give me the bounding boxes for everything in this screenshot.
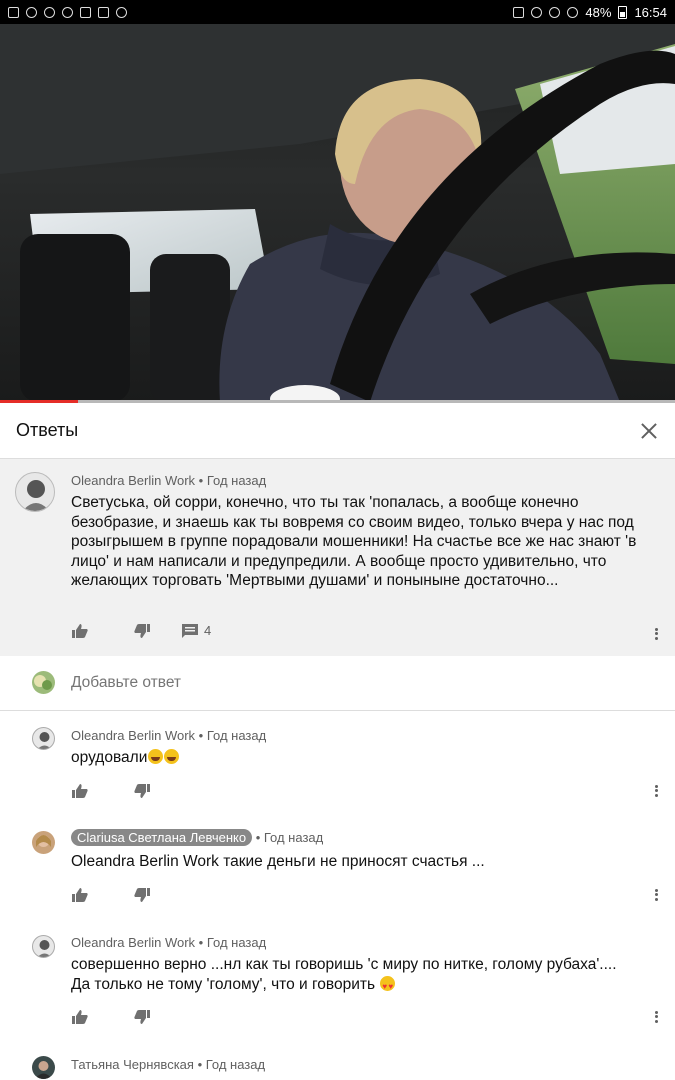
dislike-button[interactable] xyxy=(134,623,150,638)
comment-text: совершенно верно ...нл как ты говоришь '… xyxy=(71,955,661,996)
comment-time: • Год назад xyxy=(255,830,324,845)
comment-meta: Clariusa Светлана Левченко • Год назад xyxy=(71,829,324,846)
dislike-button[interactable] xyxy=(134,1010,150,1024)
comment-meta: Oleandra Berlin Work • Год назад xyxy=(71,728,266,743)
replies-header: Ответы xyxy=(0,403,675,459)
comment-meta: Татьяна Чернявская • Год назад xyxy=(71,1057,265,1072)
comment-actions xyxy=(72,784,150,798)
group-icon xyxy=(26,6,37,18)
heart-eyes-emoji-icon xyxy=(380,975,396,996)
laughing-emoji-icon xyxy=(164,749,180,764)
avatar[interactable] xyxy=(32,935,55,958)
like-button[interactable] xyxy=(72,623,88,638)
comment-text-body: Да только не тому 'голому', что и говори… xyxy=(71,975,376,993)
comment-time: • Год назад xyxy=(198,728,267,743)
comment-text: Светуська, ой сорри, конечно, что ты так… xyxy=(71,494,637,589)
battery-icon xyxy=(618,5,628,19)
status-bar: 48% 16:54 xyxy=(0,0,675,24)
avatar[interactable] xyxy=(15,472,55,512)
comment-actions xyxy=(72,888,150,902)
avatar[interactable] xyxy=(32,727,55,750)
add-reply-bar xyxy=(0,656,675,711)
notification-icons xyxy=(8,6,127,18)
reply-count: 4 xyxy=(204,623,212,638)
reply-comment-icon[interactable] xyxy=(182,623,198,638)
clock: 16:54 xyxy=(634,4,667,20)
close-icon[interactable] xyxy=(639,421,659,441)
replies-title: Ответы xyxy=(16,420,79,440)
more-options-icon[interactable] xyxy=(655,626,659,642)
avatar-image xyxy=(22,480,50,511)
more-options-icon[interactable] xyxy=(655,783,659,799)
app-notification-icon xyxy=(8,6,19,18)
battery-level: 48% xyxy=(585,4,612,20)
comment-text: орудовали xyxy=(71,748,180,768)
comment-meta: Oleandra Berlin Work • Год назад xyxy=(71,473,266,488)
more-options-icon[interactable] xyxy=(655,887,659,903)
comment-author[interactable]: Oleandra Berlin Work xyxy=(71,935,195,950)
more-options-icon[interactable] xyxy=(655,1009,659,1025)
video-frame xyxy=(0,24,675,402)
lock-icon xyxy=(513,6,525,18)
wifi-icon xyxy=(567,6,579,18)
shield-icon xyxy=(116,6,127,18)
system-icons: 48% 16:54 xyxy=(513,5,667,20)
comment-time: • Год назад xyxy=(198,935,267,950)
comment-text-body: орудовали xyxy=(71,749,148,766)
alarm-icon xyxy=(549,6,561,18)
like-button[interactable] xyxy=(72,784,88,798)
comment-meta: Oleandra Berlin Work • Год назад xyxy=(71,935,266,950)
comment-author[interactable]: Oleandra Berlin Work xyxy=(71,473,195,488)
video-player[interactable] xyxy=(0,24,675,402)
laughing-emoji-icon xyxy=(148,749,164,764)
comment-time: • Год назад xyxy=(197,1057,266,1072)
dislike-button[interactable] xyxy=(134,888,150,902)
comment-time: • Год назад xyxy=(198,473,267,488)
comment-actions: 4 xyxy=(72,623,211,638)
avatar[interactable] xyxy=(32,1056,55,1079)
comment-text-line: Да только не тому 'голому', что и говори… xyxy=(71,975,661,996)
comment-author[interactable]: Татьяна Чернявская xyxy=(71,1057,194,1072)
add-reply-input[interactable] xyxy=(71,674,631,692)
comment-text: Oleandra Berlin Work такие деньги не при… xyxy=(71,853,485,870)
like-button[interactable] xyxy=(72,1010,88,1024)
comment-author[interactable]: Oleandra Berlin Work xyxy=(71,728,195,743)
comment-text-line: совершенно верно ...нл как ты говоришь '… xyxy=(71,956,617,973)
comment-author[interactable]: Clariusa Светлана Левченко xyxy=(71,829,253,846)
like-button[interactable] xyxy=(72,888,88,902)
mute-icon xyxy=(531,6,543,18)
image-icon xyxy=(80,6,91,18)
security-icon xyxy=(98,6,109,18)
comment-actions xyxy=(72,1010,150,1024)
avatar[interactable] xyxy=(32,831,55,854)
dislike-button[interactable] xyxy=(134,784,150,798)
parent-comment: Oleandra Berlin Work • Год назад Светусь… xyxy=(0,459,675,656)
viber-icon xyxy=(44,6,55,18)
my-avatar xyxy=(32,671,55,694)
phone-icon xyxy=(62,6,73,18)
